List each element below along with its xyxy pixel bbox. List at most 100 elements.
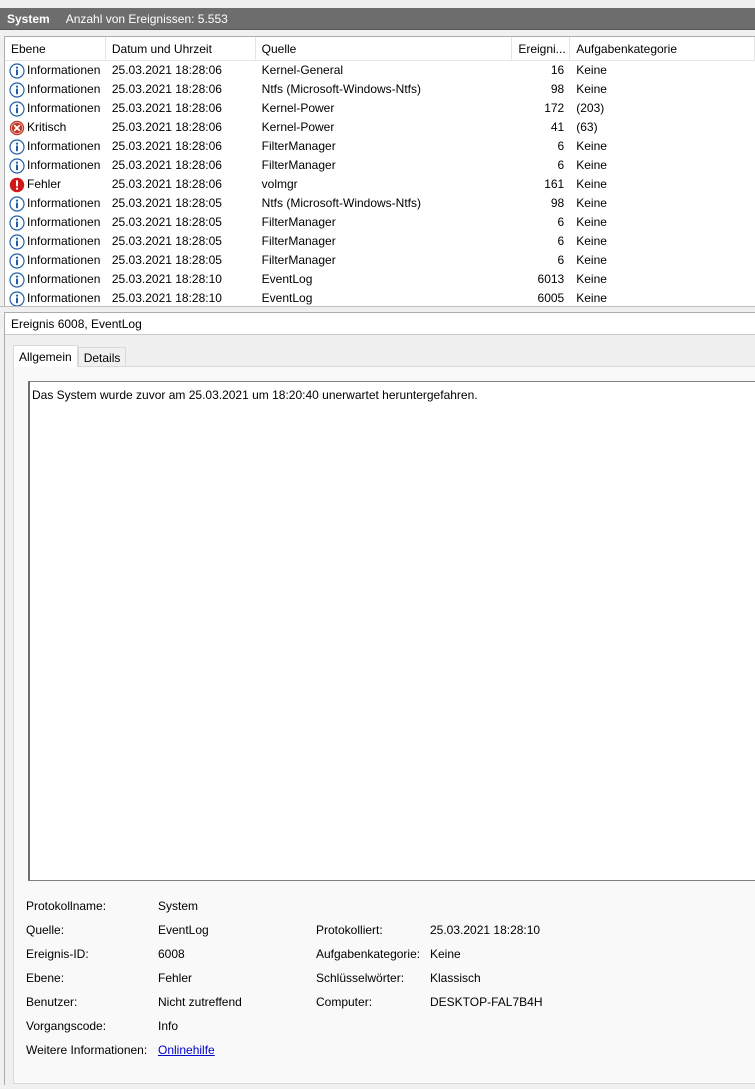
level-text: Informationen	[27, 139, 101, 153]
value-level: Fehler	[158, 971, 193, 985]
cell-task-category: Keine	[576, 253, 607, 267]
cell-event-id: 6013	[537, 272, 565, 286]
cell-task-category: Keine	[576, 63, 607, 77]
cell-task-category: Keine	[576, 234, 607, 248]
label-computer: Computer:	[316, 995, 373, 1009]
label-task-category: Aufgabenkategorie:	[316, 947, 421, 961]
cell-task-category: Keine	[576, 291, 607, 305]
label-event-id: Ereignis-ID:	[26, 947, 89, 961]
tab-general[interactable]: Allgemein	[13, 345, 78, 367]
info-icon	[9, 157, 25, 174]
column-header-source[interactable]: Quelle	[256, 37, 513, 61]
cell-event-id: 41	[550, 120, 565, 134]
table-row[interactable]: Informationen 25.03.2021 18:28:06 Kernel-G…	[5, 61, 755, 80]
property-row: Weitere Informationen: Onlinehilfe	[26, 1039, 746, 1063]
cell-level: Kritisch	[5, 118, 106, 137]
cell-task-category: Keine	[576, 196, 607, 210]
table-row[interactable]: Fehler 25.03.2021 18:28:06 volmgr 161 Keine	[5, 175, 755, 194]
cell-datetime: 25.03.2021 18:28:10	[111, 272, 222, 286]
info-icon	[9, 271, 25, 288]
info-icon	[9, 290, 25, 306]
cell-task-category: (203)	[576, 101, 605, 115]
cell-level: Informationen	[5, 61, 106, 80]
value-opcode: Info	[158, 1019, 179, 1033]
cell-event-id: 6	[557, 158, 565, 172]
cell-level: Informationen	[5, 137, 106, 156]
log-name: System	[7, 11, 50, 26]
info-icon	[9, 233, 25, 250]
cell-source: Kernel-Power	[261, 101, 335, 115]
table-row[interactable]: Informationen 25.03.2021 18:28:06 FilterMa…	[5, 156, 755, 175]
property-row: Quelle: EventLog Protokolliert: 25.03.20…	[26, 919, 746, 943]
level-text: Informationen	[27, 101, 101, 115]
cell-source: Kernel-Power	[261, 120, 335, 134]
event-detail-pane: Ereignis 6008, EventLog Allgemein Detail…	[4, 312, 755, 1085]
table-row[interactable]: Informationen 25.03.2021 18:28:05 Ntfs (Mi…	[5, 194, 755, 213]
column-header-task-category[interactable]: Aufgabenkategorie	[570, 37, 755, 61]
table-row[interactable]: Informationen 25.03.2021 18:28:06 Ntfs (Mi…	[5, 80, 755, 99]
cell-event-id: 6	[557, 215, 565, 229]
table-row[interactable]: Informationen 25.03.2021 18:28:10 EventLog…	[5, 289, 755, 306]
cell-event-id: 98	[550, 196, 565, 210]
table-row[interactable]: Informationen 25.03.2021 18:28:06 FilterMa…	[5, 137, 755, 156]
cell-task-category: (63)	[576, 120, 598, 134]
level-text: Informationen	[27, 82, 101, 96]
cell-datetime: 25.03.2021 18:28:06	[111, 158, 222, 172]
info-icon	[9, 62, 25, 79]
level-text: Informationen	[27, 291, 101, 305]
event-count: Anzahl von Ereignissen: 5.553	[65, 11, 228, 26]
info-icon	[9, 195, 25, 212]
label-user: Benutzer:	[26, 995, 78, 1009]
column-header-event-id[interactable]: Ereigni...	[512, 37, 571, 61]
cell-source: Kernel-General	[261, 63, 344, 77]
tab-details[interactable]: Details	[77, 347, 127, 367]
cell-source: EventLog	[261, 272, 313, 286]
table-row[interactable]: Informationen 25.03.2021 18:28:06 Kernel-P…	[5, 99, 755, 118]
value-source: EventLog	[158, 923, 209, 937]
cell-datetime: 25.03.2021 18:28:06	[111, 63, 222, 77]
level-text: Informationen	[27, 215, 101, 229]
event-description-text: Das System wurde zuvor am 25.03.2021 um …	[32, 388, 478, 402]
cell-datetime: 25.03.2021 18:28:05	[111, 196, 222, 210]
column-header-level[interactable]: Ebene	[5, 37, 106, 61]
cell-event-id: 6	[557, 234, 565, 248]
column-header-datetime[interactable]: Datum und Uhrzeit	[106, 37, 256, 61]
event-description-box[interactable]: Das System wurde zuvor am 25.03.2021 um …	[28, 381, 755, 881]
table-row[interactable]: Kritisch 25.03.2021 18:28:06 Kernel-Power 4…	[5, 118, 755, 137]
cell-event-id: 172	[544, 101, 565, 115]
table-row[interactable]: Informationen 25.03.2021 18:28:10 EventLog…	[5, 270, 755, 289]
cell-source: Ntfs (Microsoft-Windows-Ntfs)	[261, 196, 421, 210]
event-list[interactable]: Ebene Datum und Uhrzeit Quelle Ereigni..…	[4, 36, 755, 306]
cell-datetime: 25.03.2021 18:28:05	[111, 253, 222, 267]
cell-source: EventLog	[261, 291, 313, 305]
cell-source: FilterManager	[261, 253, 336, 267]
cell-datetime: 25.03.2021 18:28:05	[111, 215, 222, 229]
cell-level: Fehler	[5, 175, 106, 194]
level-text: Informationen	[27, 63, 101, 77]
value-log-name: System	[158, 899, 199, 913]
cell-level: Informationen	[5, 213, 106, 232]
cell-event-id: 161	[544, 177, 565, 191]
cell-task-category: Keine	[576, 139, 607, 153]
cell-level: Informationen	[5, 99, 106, 118]
cell-level: Informationen	[5, 270, 106, 289]
level-text: Informationen	[27, 272, 101, 286]
value-task-category: Keine	[430, 947, 461, 961]
info-icon	[9, 138, 25, 155]
top-strip	[0, 0, 755, 8]
event-properties: Protokollname: System Quelle: EventLog P…	[26, 895, 746, 1063]
cell-level: Informationen	[5, 232, 106, 251]
table-row[interactable]: Informationen 25.03.2021 18:28:05 FilterMa…	[5, 213, 755, 232]
level-text: Informationen	[27, 234, 101, 248]
info-icon	[9, 100, 25, 117]
property-row: Ebene: Fehler Schlüsselwörter: Klassisch	[26, 967, 746, 991]
cell-datetime: 25.03.2021 18:28:06	[111, 101, 222, 115]
table-row[interactable]: Informationen 25.03.2021 18:28:05 FilterMa…	[5, 232, 755, 251]
table-row[interactable]: Informationen 25.03.2021 18:28:05 FilterMa…	[5, 251, 755, 270]
event-rows: Informationen 25.03.2021 18:28:06 Kernel-G…	[5, 61, 755, 306]
value-computer: DESKTOP-FAL7B4H	[430, 995, 543, 1009]
event-list-header: Ebene Datum und Uhrzeit Quelle Ereigni..…	[5, 37, 755, 61]
online-help-link[interactable]: Onlinehilfe	[158, 1043, 215, 1057]
label-log-name: Protokollname:	[26, 899, 107, 913]
detail-tabs: Allgemein Details	[13, 345, 127, 367]
